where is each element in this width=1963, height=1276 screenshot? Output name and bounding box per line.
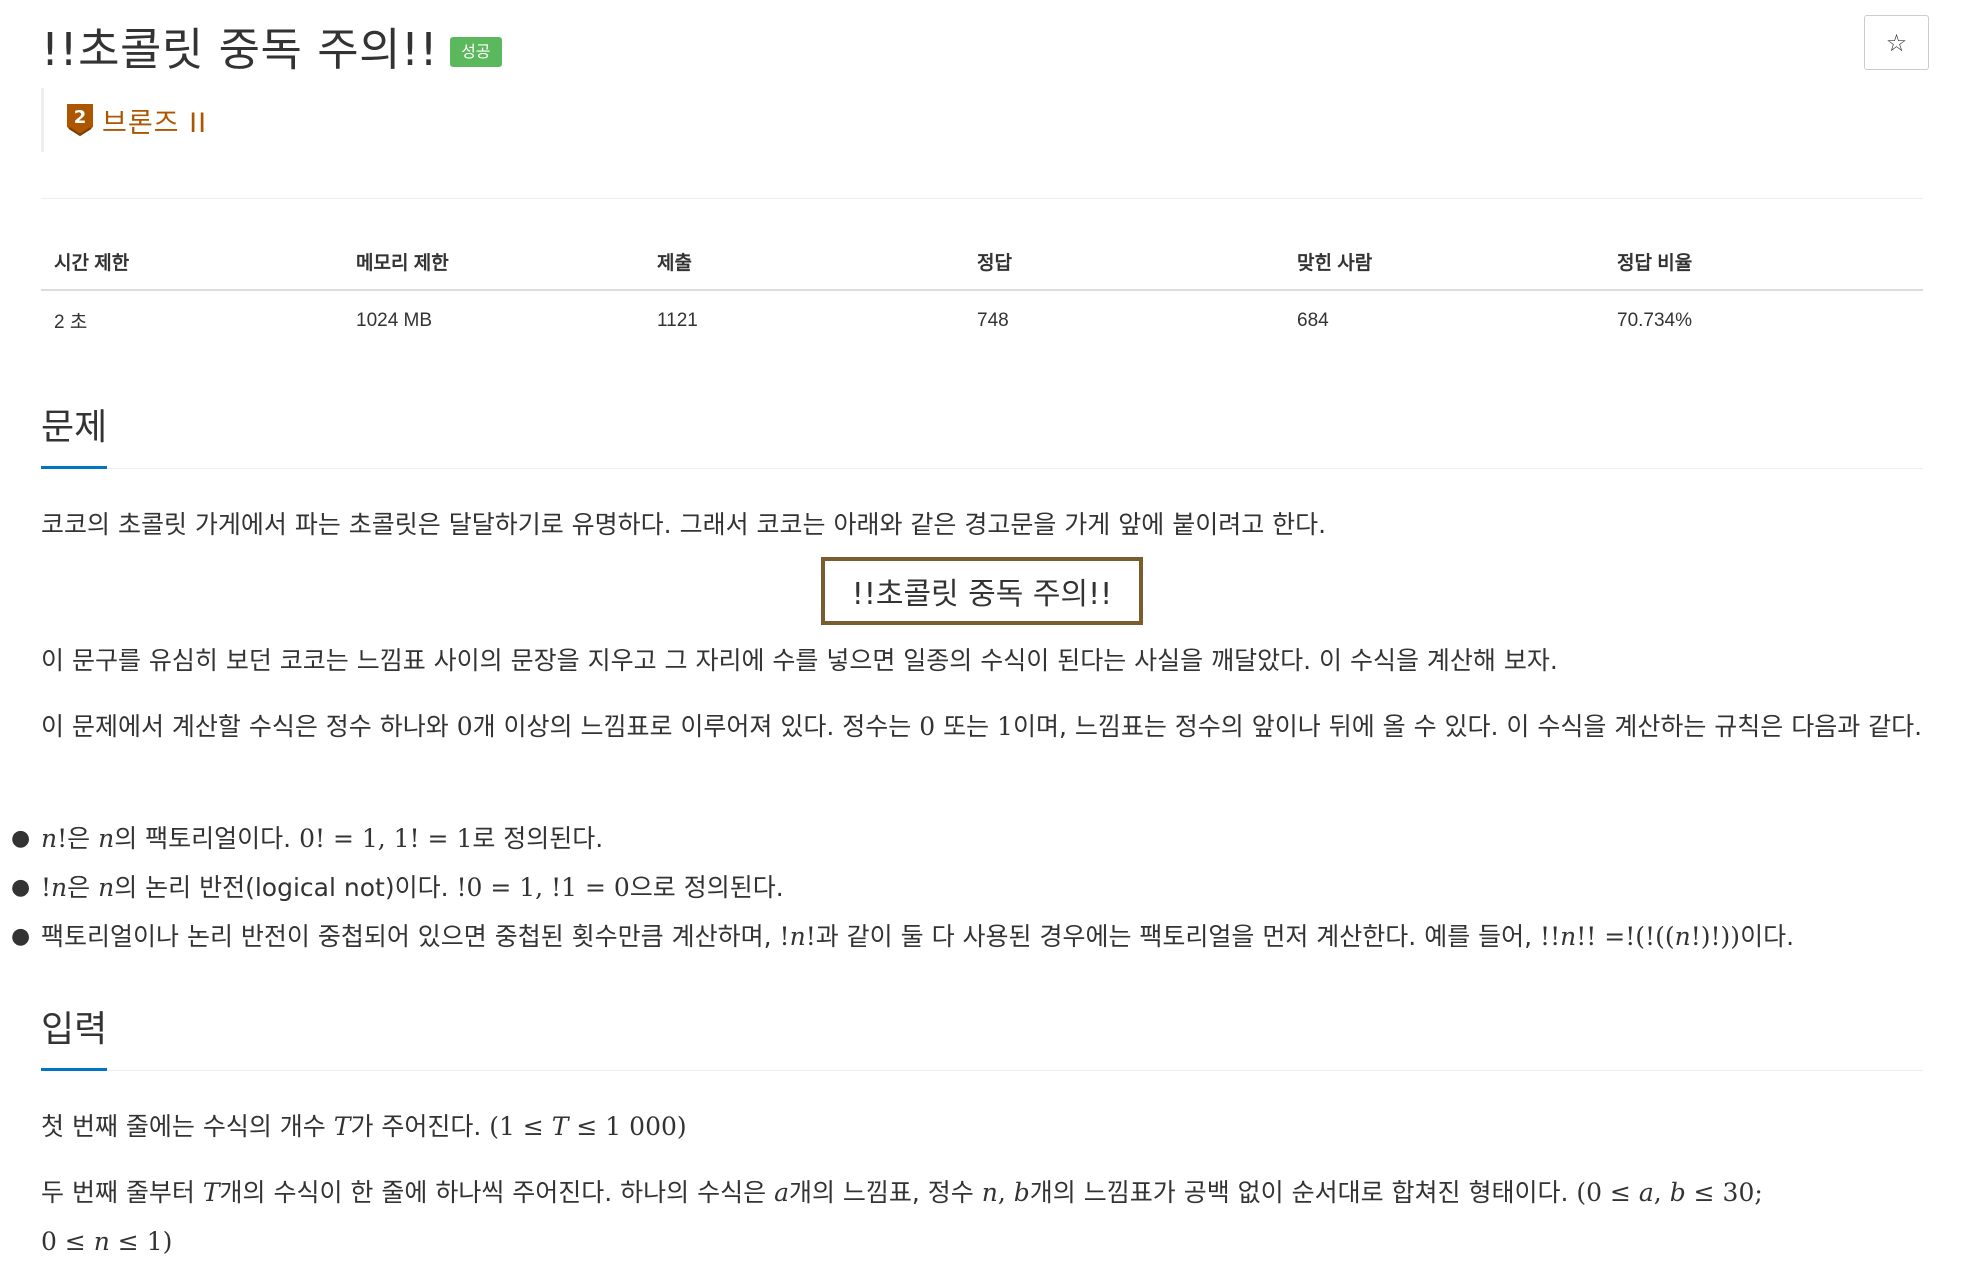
math-span: 0 [919,712,936,741]
statement-intro: 코코의 초콜릿 가게에서 파는 초콜릿은 달달하기로 유명하다. 그래서 코코는… [41,510,1327,539]
value-solvers[interactable]: 684 [1284,290,1604,350]
text-span: 개 이상의 느낌표로 이루어져 있다. 정수는 [472,712,920,741]
value-accepted: 748 [977,309,1009,331]
text-span: 의 논리 반전(logical not)이다. [114,873,457,902]
math-span: !! =!(!(( [1576,922,1675,951]
math-span: n [41,824,58,853]
math-span: a [1638,1178,1654,1207]
rules-list: ● n!은 n의 팩토리얼이다. 0! = 1, 1! = 1로 정의된다. ●… [11,814,1923,961]
text-span: 이다. [1740,922,1795,951]
math-span: !)!)) [1690,922,1741,951]
math-span: (0 ≤ [1576,1178,1639,1207]
math-span: 0! = 1, 1! = 1 [299,824,473,853]
text-span: 두 번째 줄부터 [41,1178,203,1207]
title-row: !!초콜릿 중독 주의!! 성공 [41,10,502,80]
header-solvers: 맞힌 사람 [1284,234,1604,291]
math-span: , [997,1178,1014,1207]
text-span: 로 정의된다. [472,824,604,853]
text-span: 은 [67,824,99,853]
bullet-icon: ● [11,826,31,851]
text-span: 이며, 느낌표는 정수의 앞이나 뒤에 올 수 있다. 이 수식을 계산하는 규… [1012,712,1923,741]
input-section-header: 입력 [41,1000,1923,1071]
header-submissions: 제출 [644,234,964,291]
text-span: 개의 느낌표가 공백 없이 순서대로 합쳐진 형태이다. [1029,1178,1577,1207]
star-icon: ☆ [1885,28,1908,57]
bullet-icon: ● [11,924,31,949]
math-span: ≤ 1) [109,1227,173,1256]
math-span: n [98,873,115,902]
math-span: n [98,824,115,853]
problem-title: !!초콜릿 중독 주의!! [41,22,439,76]
math-span: T [333,1112,351,1141]
bullet-icon: ● [11,875,31,900]
math-span: 0 [456,712,473,741]
math-span: 0 ≤ [41,1227,94,1256]
info-table-row: 2 초 1024 MB 1121 748 684 70.734% [41,290,1923,350]
math-span: n [51,873,68,902]
value-time-limit: 2 초 [54,312,88,333]
header-ratio: 정답 비율 [1604,234,1923,291]
math-span: ! [57,824,68,853]
math-span: n [1674,922,1691,951]
star-button[interactable]: ☆ [1864,15,1929,70]
math-span: !0 = 1, !1 = 0 [456,873,630,902]
math-span: 1 [997,712,1013,741]
text-span: 과 같이 둘 다 사용된 경우에는 팩토리얼을 먼저 계산한다. 예를 들어, [815,922,1541,951]
statement-para2: 이 문구를 유심히 보던 코코는 느낌표 사이의 문장을 지우고 그 자리에 수… [41,646,1558,675]
value-memory-limit: 1024 MB [356,309,433,331]
statement-para3: 이 문제에서 계산할 수식은 정수 하나와 0개 이상의 느낌표로 이루어져 있… [41,702,1923,751]
math-span: n [93,1227,110,1256]
rule-item-logical-not: ● !n은 n의 논리 반전(logical not)이다. !0 = 1, !… [11,863,1923,912]
text-span: 가 주어진다. [350,1112,490,1141]
warning-text: !!초콜릿 중독 주의!! [851,577,1113,612]
rule-item-factorial: ● n!은 n의 팩토리얼이다. 0! = 1, 1! = 1로 정의된다. [11,814,1923,863]
text-span: 이 문제에서 계산할 수식은 정수 하나와 [41,712,457,741]
math-span: a [774,1178,789,1207]
problem-heading: 문제 [41,398,108,469]
bronze-tier-icon: 2 [67,104,93,137]
value-submissions[interactable]: 1121 [644,290,964,350]
math-span: n [1560,922,1577,951]
header-time-limit: 시간 제한 [41,234,343,291]
math-span: n [981,1178,998,1207]
math-span: T [202,1178,220,1207]
rule-item-nesting: ● 팩토리얼이나 논리 반전이 중첩되어 있으면 중첩된 횟수만큼 계산하며, … [11,912,1923,961]
text-span: 으로 정의된다. [629,873,784,902]
text-span: 개의 느낌표, 정수 [788,1178,982,1207]
math-span: b [1669,1178,1686,1207]
header-accepted: 정답 [964,234,1284,291]
text-span: 첫 번째 줄에는 수식의 개수 [41,1112,334,1141]
value-ratio: 70.734% [1617,309,1693,331]
text-span: 의 팩토리얼이다. [114,824,300,853]
tier-icon-number: 2 [74,107,87,128]
text-span: 또는 [935,712,998,741]
input-line2: 두 번째 줄부터 T개의 수식이 한 줄에 하나씩 주어진다. 하나의 수식은 … [41,1168,1923,1266]
text-span: 은 [67,873,99,902]
math-span: !! [1540,922,1561,951]
text-span: 개의 수식이 한 줄에 하나씩 주어진다. 하나의 수식은 [219,1178,775,1207]
math-span: ! [805,922,816,951]
problem-info-table: 시간 제한 메모리 제한 제출 정답 맞힌 사람 정답 비율 2 초 1024 … [41,234,1923,350]
math-span: T [551,1112,569,1141]
input-heading: 입력 [41,1000,108,1071]
math-span: ! [41,873,52,902]
warning-sign: !!초콜릿 중독 주의!! [821,557,1143,625]
problem-section-header: 문제 [41,398,1923,469]
header-memory-limit: 메모리 제한 [343,234,644,291]
math-span: (1 ≤ [489,1112,552,1141]
text-span: 팩토리얼이나 논리 반전이 중첩되어 있으면 중첩된 횟수만큼 계산하며, [41,922,780,951]
math-span: b [1013,1178,1030,1207]
math-span: ! [779,922,790,951]
tier-label[interactable]: 브론즈 II [102,101,207,140]
tier-block: 2 브론즈 II [41,88,207,152]
divider [41,198,1923,199]
math-span: ≤ 30; [1685,1178,1763,1207]
result-badge: 성공 [450,37,502,67]
input-line1: 첫 번째 줄에는 수식의 개수 T가 주어진다. (1 ≤ T ≤ 1 000) [41,1102,1923,1151]
math-span: ≤ 1 000) [568,1112,687,1141]
math-span: , [1653,1178,1670,1207]
math-span: n [789,922,806,951]
info-table-header-row: 시간 제한 메모리 제한 제출 정답 맞힌 사람 정답 비율 [41,234,1923,291]
